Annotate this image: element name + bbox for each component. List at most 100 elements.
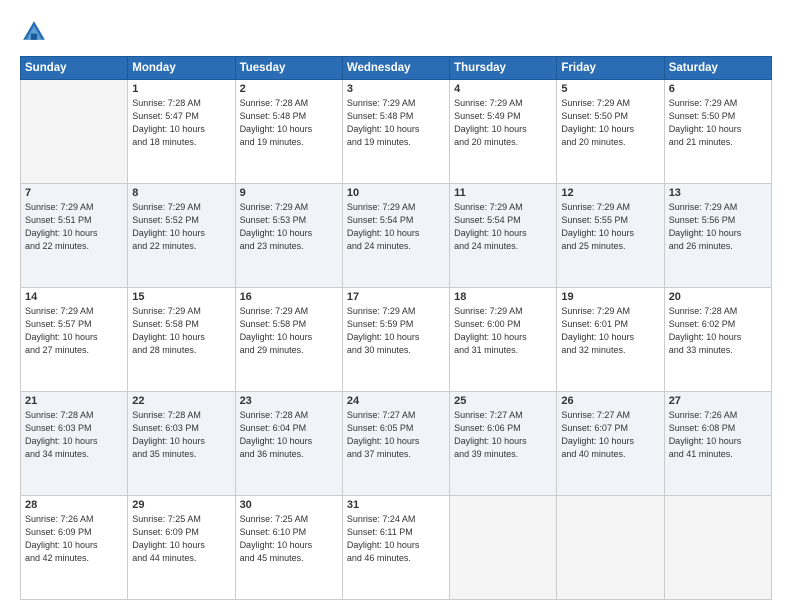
calendar-cell [664, 496, 771, 600]
day-info: Sunrise: 7:27 AMSunset: 6:05 PMDaylight:… [347, 409, 445, 461]
day-number: 20 [669, 291, 767, 303]
calendar-week-row: 14 Sunrise: 7:29 AMSunset: 5:57 PMDayligh… [21, 288, 772, 392]
calendar-week-row: 7 Sunrise: 7:29 AMSunset: 5:51 PMDaylight… [21, 184, 772, 288]
day-number: 16 [240, 291, 338, 303]
day-number: 24 [347, 395, 445, 407]
day-number: 28 [25, 499, 123, 511]
day-info: Sunrise: 7:29 AMSunset: 5:53 PMDaylight:… [240, 201, 338, 253]
calendar-header-monday: Monday [128, 57, 235, 80]
calendar-cell: 30 Sunrise: 7:25 AMSunset: 6:10 PMDayligh… [235, 496, 342, 600]
calendar-cell: 19Sunrise: 7:29 AMSunset: 6:01 PMDayligh… [557, 288, 664, 392]
calendar-cell: 22 Sunrise: 7:28 AMSunset: 6:03 PMDayligh… [128, 392, 235, 496]
page: SundayMondayTuesdayWednesdayThursdayFrid… [0, 0, 792, 612]
day-number: 18 [454, 291, 552, 303]
header [20, 18, 772, 46]
day-info: Sunrise: 7:28 AMSunset: 6:03 PMDaylight:… [25, 409, 123, 461]
day-info: Sunrise: 7:28 AMSunset: 6:04 PMDaylight:… [240, 409, 338, 461]
logo [20, 18, 52, 46]
day-number: 14 [25, 291, 123, 303]
calendar-cell: 14 Sunrise: 7:29 AMSunset: 5:57 PMDayligh… [21, 288, 128, 392]
day-info: Sunrise: 7:29 AMSunset: 5:49 PMDaylight:… [454, 97, 552, 149]
day-info: Sunrise: 7:29 AMSunset: 5:55 PMDaylight:… [561, 201, 659, 253]
calendar-header-row: SundayMondayTuesdayWednesdayThursdayFrid… [21, 57, 772, 80]
day-number: 23 [240, 395, 338, 407]
day-number: 10 [347, 187, 445, 199]
calendar-week-row: 21 Sunrise: 7:28 AMSunset: 6:03 PMDayligh… [21, 392, 772, 496]
day-info: Sunrise: 7:29 AMSunset: 5:51 PMDaylight:… [25, 201, 123, 253]
calendar-cell: 4 Sunrise: 7:29 AMSunset: 5:49 PMDaylight… [450, 80, 557, 184]
day-number: 25 [454, 395, 552, 407]
day-number: 3 [347, 83, 445, 95]
calendar-cell: 12 Sunrise: 7:29 AMSunset: 5:55 PMDayligh… [557, 184, 664, 288]
calendar-cell [21, 80, 128, 184]
day-number: 9 [240, 187, 338, 199]
day-info: Sunrise: 7:29 AMSunset: 5:52 PMDaylight:… [132, 201, 230, 253]
logo-icon [20, 18, 48, 46]
day-info: Sunrise: 7:28 AMSunset: 6:03 PMDaylight:… [132, 409, 230, 461]
day-info: Sunrise: 7:29 AMSunset: 5:54 PMDaylight:… [454, 201, 552, 253]
day-info: Sunrise: 7:28 AMSunset: 5:47 PMDaylight:… [132, 97, 230, 149]
calendar-cell: 6 Sunrise: 7:29 AMSunset: 5:50 PMDaylight… [664, 80, 771, 184]
calendar-header-tuesday: Tuesday [235, 57, 342, 80]
day-info: Sunrise: 7:25 AMSunset: 6:09 PMDaylight:… [132, 513, 230, 565]
day-info: Sunrise: 7:27 AMSunset: 6:07 PMDaylight:… [561, 409, 659, 461]
day-info: Sunrise: 7:28 AMSunset: 6:02 PMDaylight:… [669, 305, 767, 357]
calendar-cell: 18Sunrise: 7:29 AMSunset: 6:00 PMDayligh… [450, 288, 557, 392]
day-number: 6 [669, 83, 767, 95]
day-info: Sunrise: 7:25 AMSunset: 6:10 PMDaylight:… [240, 513, 338, 565]
day-info: Sunrise: 7:27 AMSunset: 6:06 PMDaylight:… [454, 409, 552, 461]
calendar-cell: 9 Sunrise: 7:29 AMSunset: 5:53 PMDaylight… [235, 184, 342, 288]
day-info: Sunrise: 7:28 AMSunset: 5:48 PMDaylight:… [240, 97, 338, 149]
day-info: Sunrise: 7:29 AMSunset: 5:54 PMDaylight:… [347, 201, 445, 253]
calendar-cell: 28 Sunrise: 7:26 AMSunset: 6:09 PMDayligh… [21, 496, 128, 600]
day-info: Sunrise: 7:29 AMSunset: 5:59 PMDaylight:… [347, 305, 445, 357]
day-info: Sunrise: 7:29 AMSunset: 5:48 PMDaylight:… [347, 97, 445, 149]
calendar-cell: 7 Sunrise: 7:29 AMSunset: 5:51 PMDaylight… [21, 184, 128, 288]
day-info: Sunrise: 7:26 AMSunset: 6:09 PMDaylight:… [25, 513, 123, 565]
day-number: 1 [132, 83, 230, 95]
calendar: SundayMondayTuesdayWednesdayThursdayFrid… [20, 56, 772, 600]
day-info: Sunrise: 7:29 AMSunset: 5:50 PMDaylight:… [669, 97, 767, 149]
calendar-cell: 29 Sunrise: 7:25 AMSunset: 6:09 PMDayligh… [128, 496, 235, 600]
day-info: Sunrise: 7:29 AMSunset: 5:57 PMDaylight:… [25, 305, 123, 357]
calendar-cell: 11 Sunrise: 7:29 AMSunset: 5:54 PMDayligh… [450, 184, 557, 288]
day-number: 30 [240, 499, 338, 511]
day-number: 17 [347, 291, 445, 303]
day-number: 5 [561, 83, 659, 95]
day-number: 29 [132, 499, 230, 511]
day-info: Sunrise: 7:29 AMSunset: 6:01 PMDaylight:… [561, 305, 659, 357]
calendar-cell: 24 Sunrise: 7:27 AMSunset: 6:05 PMDayligh… [342, 392, 449, 496]
calendar-cell [557, 496, 664, 600]
calendar-header-friday: Friday [557, 57, 664, 80]
calendar-week-row: 28 Sunrise: 7:26 AMSunset: 6:09 PMDayligh… [21, 496, 772, 600]
day-number: 22 [132, 395, 230, 407]
calendar-cell: 8Sunrise: 7:29 AMSunset: 5:52 PMDaylight… [128, 184, 235, 288]
day-number: 21 [25, 395, 123, 407]
day-number: 7 [25, 187, 123, 199]
calendar-cell: 26 Sunrise: 7:27 AMSunset: 6:07 PMDayligh… [557, 392, 664, 496]
calendar-cell: 2Sunrise: 7:28 AMSunset: 5:48 PMDaylight… [235, 80, 342, 184]
day-number: 4 [454, 83, 552, 95]
day-number: 26 [561, 395, 659, 407]
calendar-cell: 21 Sunrise: 7:28 AMSunset: 6:03 PMDayligh… [21, 392, 128, 496]
day-number: 12 [561, 187, 659, 199]
day-number: 11 [454, 187, 552, 199]
calendar-header-wednesday: Wednesday [342, 57, 449, 80]
calendar-cell: 27Sunrise: 7:26 AMSunset: 6:08 PMDayligh… [664, 392, 771, 496]
calendar-week-row: 1 Sunrise: 7:28 AMSunset: 5:47 PMDaylight… [21, 80, 772, 184]
calendar-cell: 20 Sunrise: 7:28 AMSunset: 6:02 PMDayligh… [664, 288, 771, 392]
calendar-header-saturday: Saturday [664, 57, 771, 80]
calendar-cell: 23 Sunrise: 7:28 AMSunset: 6:04 PMDayligh… [235, 392, 342, 496]
calendar-cell: 3 Sunrise: 7:29 AMSunset: 5:48 PMDaylight… [342, 80, 449, 184]
day-info: Sunrise: 7:26 AMSunset: 6:08 PMDaylight:… [669, 409, 767, 461]
calendar-cell: 17 Sunrise: 7:29 AMSunset: 5:59 PMDayligh… [342, 288, 449, 392]
day-number: 13 [669, 187, 767, 199]
calendar-header-thursday: Thursday [450, 57, 557, 80]
calendar-cell: 16 Sunrise: 7:29 AMSunset: 5:58 PMDayligh… [235, 288, 342, 392]
calendar-cell: 15Sunrise: 7:29 AMSunset: 5:58 PMDayligh… [128, 288, 235, 392]
day-info: Sunrise: 7:29 AMSunset: 5:56 PMDaylight:… [669, 201, 767, 253]
calendar-cell: 5Sunrise: 7:29 AMSunset: 5:50 PMDaylight… [557, 80, 664, 184]
day-info: Sunrise: 7:29 AMSunset: 5:58 PMDaylight:… [240, 305, 338, 357]
day-info: Sunrise: 7:24 AMSunset: 6:11 PMDaylight:… [347, 513, 445, 565]
calendar-header-sunday: Sunday [21, 57, 128, 80]
